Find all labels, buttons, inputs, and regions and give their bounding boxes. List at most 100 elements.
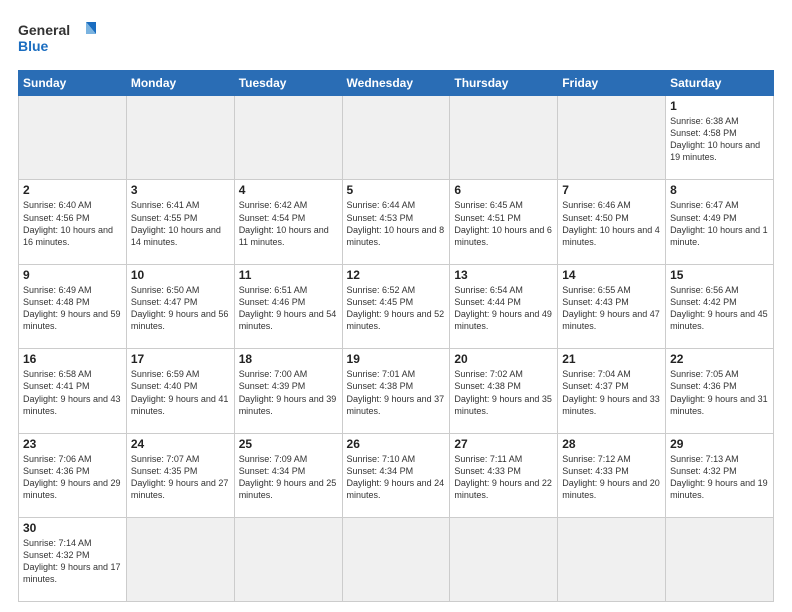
- day-number: 25: [239, 437, 338, 451]
- calendar-cell: 30Sunrise: 7:14 AM Sunset: 4:32 PM Dayli…: [19, 518, 127, 602]
- calendar-cell: [558, 518, 666, 602]
- day-number: 20: [454, 352, 553, 366]
- day-number: 23: [23, 437, 122, 451]
- day-number: 3: [131, 183, 230, 197]
- calendar-cell: [234, 96, 342, 180]
- day-number: 26: [347, 437, 446, 451]
- calendar-cell: 20 Sunrise: 7:02 AM Sunset: 4:38 PM Dayli…: [450, 349, 558, 433]
- day-number: 18: [239, 352, 338, 366]
- day-number: 29: [670, 437, 769, 451]
- day-number: 12: [347, 268, 446, 282]
- calendar-cell: 15 Sunrise: 6:56 AM Sunset: 4:42 PM Dayli…: [666, 264, 774, 348]
- day-info: Sunrise: 6:56 AM Sunset: 4:42 PM Dayligh…: [670, 284, 769, 333]
- calendar-cell: 10 Sunrise: 6:50 AM Sunset: 4:47 PM Dayli…: [126, 264, 234, 348]
- calendar-cell: 14 Sunrise: 6:55 AM Sunset: 4:43 PM Dayli…: [558, 264, 666, 348]
- day-info: Sunrise: 7:02 AM Sunset: 4:38 PM Dayligh…: [454, 368, 553, 417]
- calendar-cell: 11 Sunrise: 6:51 AM Sunset: 4:46 PM Dayli…: [234, 264, 342, 348]
- day-info: Sunrise: 7:13 AM Sunset: 4:32 PM Dayligh…: [670, 453, 769, 502]
- day-info: Sunrise: 7:06 AM Sunset: 4:36 PM Dayligh…: [23, 453, 122, 502]
- calendar-cell: 4 Sunrise: 6:42 AM Sunset: 4:54 PM Daylig…: [234, 180, 342, 264]
- calendar-cell: 23 Sunrise: 7:06 AM Sunset: 4:36 PM Dayli…: [19, 433, 127, 517]
- weekday-header-sunday: Sunday: [19, 71, 127, 96]
- calendar-cell: 28Sunrise: 7:12 AM Sunset: 4:33 PM Dayli…: [558, 433, 666, 517]
- day-info: Sunrise: 6:51 AM Sunset: 4:46 PM Dayligh…: [239, 284, 338, 333]
- day-info: Sunrise: 6:45 AM Sunset: 4:51 PM Dayligh…: [454, 199, 553, 248]
- calendar-cell: 1 Sunrise: 6:38 AM Sunset: 4:58 PM Daylig…: [666, 96, 774, 180]
- calendar-cell: 12 Sunrise: 6:52 AM Sunset: 4:45 PM Dayli…: [342, 264, 450, 348]
- day-number: 15: [670, 268, 769, 282]
- calendar-cell: 7Sunrise: 6:46 AM Sunset: 4:50 PM Daylig…: [558, 180, 666, 264]
- day-info: Sunrise: 6:49 AM Sunset: 4:48 PM Dayligh…: [23, 284, 122, 333]
- week-row-2: 2Sunrise: 6:40 AM Sunset: 4:56 PM Daylig…: [19, 180, 774, 264]
- calendar-cell: 2Sunrise: 6:40 AM Sunset: 4:56 PM Daylig…: [19, 180, 127, 264]
- calendar-cell: [342, 96, 450, 180]
- calendar-cell: [126, 96, 234, 180]
- day-info: Sunrise: 7:09 AM Sunset: 4:34 PM Dayligh…: [239, 453, 338, 502]
- calendar-cell: [126, 518, 234, 602]
- calendar-cell: 6Sunrise: 6:45 AM Sunset: 4:51 PM Daylig…: [450, 180, 558, 264]
- day-number: 1: [670, 99, 769, 113]
- calendar-cell: 27Sunrise: 7:11 AM Sunset: 4:33 PM Dayli…: [450, 433, 558, 517]
- calendar-cell: 19Sunrise: 7:01 AM Sunset: 4:38 PM Dayli…: [342, 349, 450, 433]
- weekday-header-saturday: Saturday: [666, 71, 774, 96]
- day-number: 2: [23, 183, 122, 197]
- logo: General Blue: [18, 18, 108, 60]
- svg-text:General: General: [18, 22, 70, 38]
- day-info: Sunrise: 6:41 AM Sunset: 4:55 PM Dayligh…: [131, 199, 230, 248]
- day-info: Sunrise: 7:04 AM Sunset: 4:37 PM Dayligh…: [562, 368, 661, 417]
- day-info: Sunrise: 7:07 AM Sunset: 4:35 PM Dayligh…: [131, 453, 230, 502]
- logo-svg: General Blue: [18, 18, 108, 60]
- day-number: 9: [23, 268, 122, 282]
- calendar-page: General Blue SundayMondayTuesdayWednesda…: [0, 0, 792, 612]
- calendar-cell: 24 Sunrise: 7:07 AM Sunset: 4:35 PM Dayli…: [126, 433, 234, 517]
- calendar-cell: [19, 96, 127, 180]
- week-row-3: 9 Sunrise: 6:49 AM Sunset: 4:48 PM Daylig…: [19, 264, 774, 348]
- weekday-header-monday: Monday: [126, 71, 234, 96]
- calendar-cell: 5 Sunrise: 6:44 AM Sunset: 4:53 PM Daylig…: [342, 180, 450, 264]
- week-row-6: 30Sunrise: 7:14 AM Sunset: 4:32 PM Dayli…: [19, 518, 774, 602]
- day-info: Sunrise: 6:55 AM Sunset: 4:43 PM Dayligh…: [562, 284, 661, 333]
- day-info: Sunrise: 7:01 AM Sunset: 4:38 PM Dayligh…: [347, 368, 446, 417]
- day-number: 13: [454, 268, 553, 282]
- day-info: Sunrise: 6:47 AM Sunset: 4:49 PM Dayligh…: [670, 199, 769, 248]
- calendar-cell: 9 Sunrise: 6:49 AM Sunset: 4:48 PM Daylig…: [19, 264, 127, 348]
- day-number: 16: [23, 352, 122, 366]
- day-number: 7: [562, 183, 661, 197]
- day-info: Sunrise: 7:00 AM Sunset: 4:39 PM Dayligh…: [239, 368, 338, 417]
- calendar-cell: 26Sunrise: 7:10 AM Sunset: 4:34 PM Dayli…: [342, 433, 450, 517]
- calendar-cell: [666, 518, 774, 602]
- header: General Blue: [18, 18, 774, 60]
- day-number: 8: [670, 183, 769, 197]
- day-number: 24: [131, 437, 230, 451]
- calendar-cell: [450, 96, 558, 180]
- day-info: Sunrise: 6:52 AM Sunset: 4:45 PM Dayligh…: [347, 284, 446, 333]
- day-number: 17: [131, 352, 230, 366]
- day-info: Sunrise: 7:05 AM Sunset: 4:36 PM Dayligh…: [670, 368, 769, 417]
- day-info: Sunrise: 6:50 AM Sunset: 4:47 PM Dayligh…: [131, 284, 230, 333]
- day-number: 27: [454, 437, 553, 451]
- day-number: 28: [562, 437, 661, 451]
- week-row-5: 23 Sunrise: 7:06 AM Sunset: 4:36 PM Dayli…: [19, 433, 774, 517]
- day-info: Sunrise: 6:42 AM Sunset: 4:54 PM Dayligh…: [239, 199, 338, 248]
- day-number: 5: [347, 183, 446, 197]
- weekday-header-thursday: Thursday: [450, 71, 558, 96]
- calendar-cell: 13 Sunrise: 6:54 AM Sunset: 4:44 PM Dayli…: [450, 264, 558, 348]
- weekday-header-wednesday: Wednesday: [342, 71, 450, 96]
- weekday-header-tuesday: Tuesday: [234, 71, 342, 96]
- day-number: 10: [131, 268, 230, 282]
- day-number: 14: [562, 268, 661, 282]
- day-number: 11: [239, 268, 338, 282]
- calendar-cell: 8 Sunrise: 6:47 AM Sunset: 4:49 PM Daylig…: [666, 180, 774, 264]
- day-number: 4: [239, 183, 338, 197]
- day-info: Sunrise: 6:54 AM Sunset: 4:44 PM Dayligh…: [454, 284, 553, 333]
- week-row-4: 16Sunrise: 6:58 AM Sunset: 4:41 PM Dayli…: [19, 349, 774, 433]
- day-number: 30: [23, 521, 122, 535]
- calendar-cell: 17 Sunrise: 6:59 AM Sunset: 4:40 PM Dayli…: [126, 349, 234, 433]
- day-info: Sunrise: 6:44 AM Sunset: 4:53 PM Dayligh…: [347, 199, 446, 248]
- day-info: Sunrise: 6:38 AM Sunset: 4:58 PM Dayligh…: [670, 115, 769, 164]
- calendar-cell: [234, 518, 342, 602]
- calendar-cell: 21Sunrise: 7:04 AM Sunset: 4:37 PM Dayli…: [558, 349, 666, 433]
- calendar-cell: 16Sunrise: 6:58 AM Sunset: 4:41 PM Dayli…: [19, 349, 127, 433]
- day-info: Sunrise: 6:59 AM Sunset: 4:40 PM Dayligh…: [131, 368, 230, 417]
- calendar-cell: [450, 518, 558, 602]
